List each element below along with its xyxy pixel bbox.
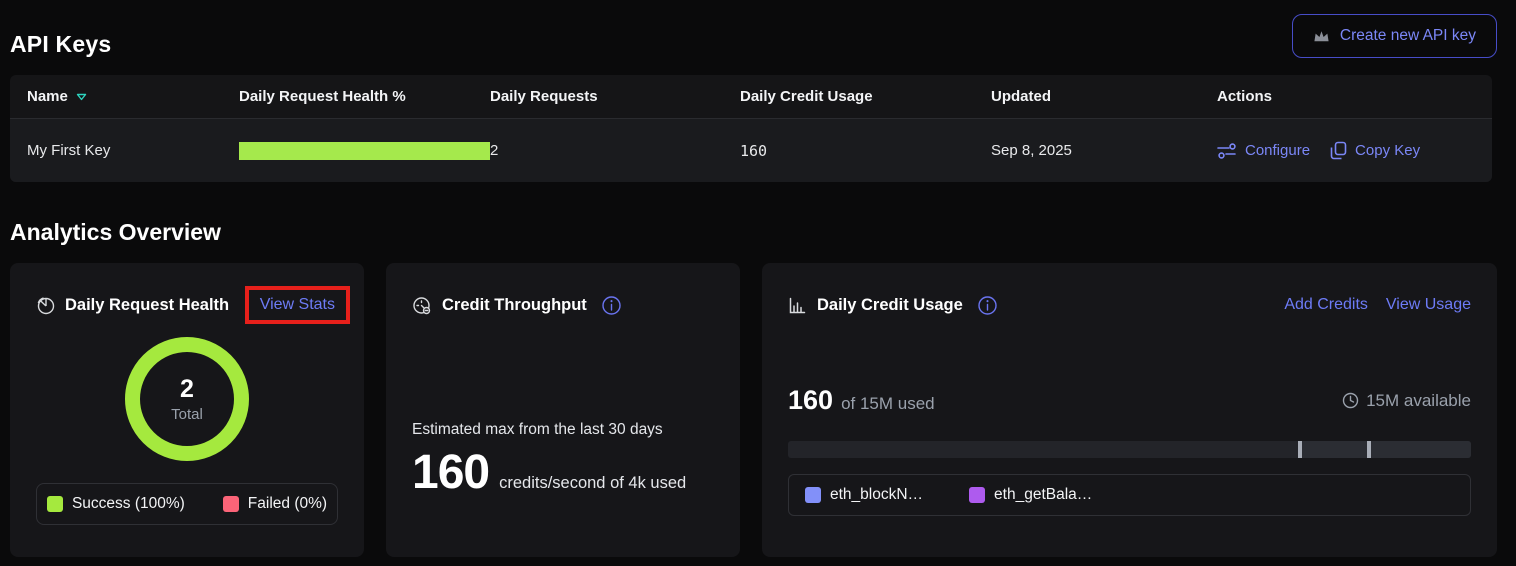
usage-available-label: 15M available (1366, 391, 1471, 411)
column-header-health: Daily Request Health % (239, 88, 490, 105)
copy-key-button[interactable]: Copy Key (1330, 141, 1420, 160)
throughput-unit: credits/second of 4k used (499, 474, 686, 493)
legend-item-eth-blocknumber: eth_blockN… (805, 486, 923, 504)
column-header-name[interactable]: Name (27, 88, 239, 105)
health-card-title: Daily Request Health (65, 296, 229, 315)
analytics-overview-heading: Analytics Overview (10, 219, 1516, 246)
throughput-value: 160 (412, 445, 489, 500)
daily-credit-usage-card: Daily Credit Usage Add Credits View Usag… (762, 263, 1497, 557)
column-name-label: Name (27, 88, 68, 105)
failed-label: Failed (0%) (248, 495, 327, 513)
usage-used-value: 160 (788, 385, 833, 416)
configure-label: Configure (1245, 142, 1310, 159)
eth-blocknumber-swatch (805, 487, 821, 503)
credit-throughput-card: Credit Throughput Estimated max from the… (386, 263, 740, 557)
create-api-key-label: Create new API key (1340, 27, 1476, 45)
copy-icon (1330, 141, 1347, 160)
success-label: Success (100%) (72, 495, 185, 513)
success-swatch (47, 496, 63, 512)
legend-item-success: Success (100%) (47, 495, 185, 513)
key-name-cell: My First Key (27, 142, 239, 159)
usage-bar-segment (1298, 441, 1471, 458)
sort-chevron-icon (76, 93, 87, 101)
usage-info-icon[interactable] (977, 295, 998, 316)
top-bar: API Keys Create new API key (0, 0, 1516, 58)
donut-total-label: Total (171, 406, 203, 423)
updated-cell: Sep 8, 2025 (991, 142, 1217, 159)
crown-icon (1313, 29, 1330, 44)
column-header-actions: Actions (1217, 88, 1492, 105)
table-header-row: Name Daily Request Health % Daily Reques… (10, 75, 1492, 118)
usage-used-suffix: of 15M used (841, 394, 935, 414)
health-legend: Success (100%) Failed (0%) (36, 483, 338, 525)
donut-total-value: 2 (180, 375, 194, 404)
clock-icon (1342, 392, 1359, 409)
actions-cell: Configure Copy Key (1217, 141, 1492, 160)
throughput-note: Estimated max from the last 30 days (412, 421, 714, 439)
column-header-updated: Updated (991, 88, 1217, 105)
configure-button[interactable]: Configure (1217, 142, 1310, 159)
health-card-header: Daily Request Health View Stats (36, 287, 338, 323)
usage-progress-bar (788, 441, 1471, 458)
eth-blocknumber-label: eth_blockN… (830, 486, 923, 504)
daily-requests-cell: 2 (490, 142, 740, 159)
legend-item-failed: Failed (0%) (223, 495, 327, 513)
throughput-card-title: Credit Throughput (442, 296, 587, 315)
legend-item-eth-getbalance: eth_getBala… (969, 486, 1092, 504)
bar-chart-icon (788, 296, 807, 315)
daily-credit-usage-cell: 160 (740, 142, 991, 160)
view-usage-link[interactable]: View Usage (1386, 296, 1471, 314)
usage-legend: eth_blockN… eth_getBala… (788, 474, 1471, 516)
usage-card-title: Daily Credit Usage (817, 296, 963, 315)
usage-bar-tick-2 (1367, 441, 1371, 458)
api-keys-table: Name Daily Request Health % Daily Reques… (10, 75, 1492, 182)
failed-swatch (223, 496, 239, 512)
sliders-icon (1217, 143, 1237, 159)
copy-key-label: Copy Key (1355, 142, 1420, 159)
throughput-info-icon[interactable] (601, 295, 622, 316)
usage-summary-row: 160 of 15M used 15M available (788, 385, 1471, 416)
column-header-requests: Daily Requests (490, 88, 740, 105)
usage-bar-tick-1 (1298, 441, 1302, 458)
annotation-highlight-box: View Stats (245, 286, 350, 324)
pie-chart-icon (36, 296, 55, 315)
view-stats-link[interactable]: View Stats (260, 296, 335, 313)
create-api-key-button[interactable]: Create new API key (1292, 14, 1497, 58)
usage-available: 15M available (1342, 391, 1471, 411)
gauge-icon (412, 296, 432, 315)
page-title: API Keys (10, 31, 111, 58)
health-bar-cell (239, 142, 490, 160)
throughput-value-row: 160 credits/second of 4k used (412, 445, 714, 500)
eth-getbalance-label: eth_getBala… (994, 486, 1092, 504)
usage-card-header: Daily Credit Usage Add Credits View Usag… (788, 287, 1471, 323)
add-credits-link[interactable]: Add Credits (1284, 296, 1368, 314)
table-row: My First Key 2 160 Sep 8, 2025 Configure (10, 118, 1492, 182)
eth-getbalance-swatch (969, 487, 985, 503)
analytics-cards: Daily Request Health View Stats 2 Total … (10, 263, 1497, 557)
health-bar (239, 142, 490, 160)
column-header-credit-usage: Daily Credit Usage (740, 88, 991, 105)
throughput-card-header: Credit Throughput (412, 287, 714, 323)
daily-request-health-card: Daily Request Health View Stats 2 Total … (10, 263, 364, 557)
request-health-donut: 2 Total (125, 337, 249, 461)
